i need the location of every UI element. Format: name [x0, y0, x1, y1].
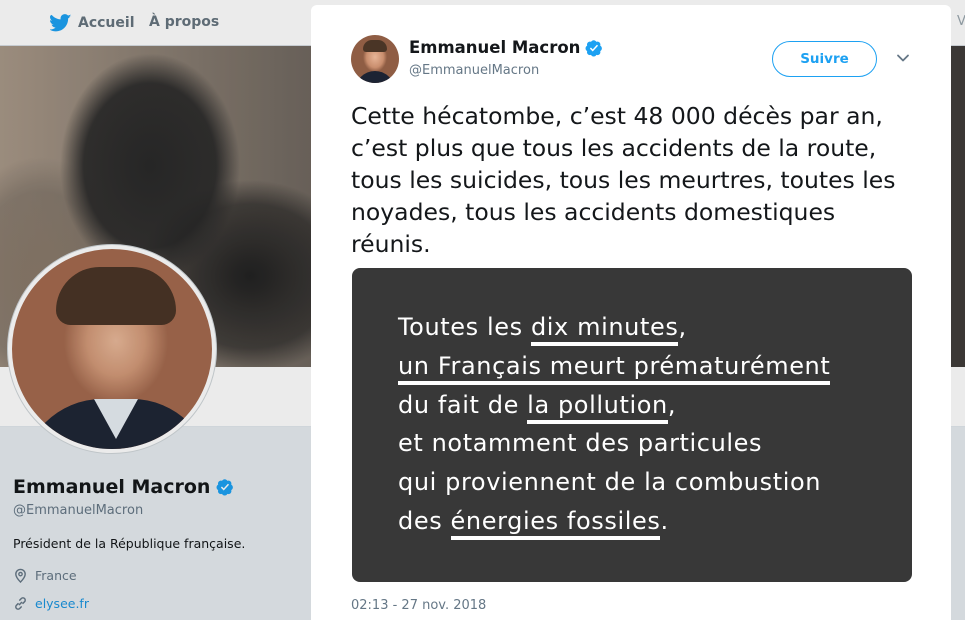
- tweet-avatar-suit: [355, 71, 395, 83]
- verified-badge-icon: [585, 39, 603, 57]
- media-phrase: ,: [667, 390, 677, 419]
- tweet-author-handle[interactable]: @EmmanuelMacron: [409, 63, 539, 78]
- media-quote-line: un Français meurt prématurément: [398, 347, 831, 386]
- media-phrase: des: [398, 506, 451, 535]
- media-underlined-phrase: énergies fossiles: [450, 506, 661, 540]
- media-quote-line: et notamment des particules: [398, 424, 830, 463]
- media-phrase: .: [660, 506, 669, 535]
- media-quote-line: qui proviennent de la combustion: [398, 463, 830, 502]
- tweet-avatar-hair: [363, 40, 387, 52]
- tweet-author-name-text: Emmanuel Macron: [409, 38, 581, 57]
- media-quote-line: du fait de la pollution,: [398, 386, 830, 425]
- tweet-timestamp[interactable]: 02:13 - 27 nov. 2018: [351, 598, 486, 613]
- media-phrase: ,: [678, 313, 687, 341]
- media-phrase: qui proviennent de la combustion: [398, 468, 822, 497]
- media-underlined-phrase: dix minutes: [530, 313, 679, 346]
- tweet-author-avatar[interactable]: [351, 35, 399, 83]
- chevron-down-icon[interactable]: [896, 53, 910, 63]
- media-phrase: du fait de: [398, 390, 528, 419]
- media-underlined-phrase: la pollution: [527, 390, 668, 424]
- follow-button[interactable]: Suivre: [772, 41, 877, 77]
- tweet-text: Cette hécatombe, c’est 48 000 décès par …: [351, 102, 896, 258]
- media-phrase: et notamment des particules: [398, 429, 763, 458]
- media-quote-line: des énergies fossiles.: [398, 502, 830, 541]
- media-quote-line: Toutes les dix minutes,: [398, 308, 830, 347]
- media-underlined-phrase: un Français meurt prématurément: [398, 351, 831, 385]
- tweet-media-image[interactable]: Toutes les dix minutes, un Français meurt…: [352, 268, 912, 582]
- tweet-modal: Emmanuel Macron @EmmanuelMacron Suivre C…: [311, 5, 951, 620]
- media-phrase: Toutes les: [398, 313, 531, 341]
- tweet-author-name[interactable]: Emmanuel Macron: [409, 38, 603, 57]
- media-quote-text: Toutes les dix minutes, un Français meurt…: [398, 308, 831, 541]
